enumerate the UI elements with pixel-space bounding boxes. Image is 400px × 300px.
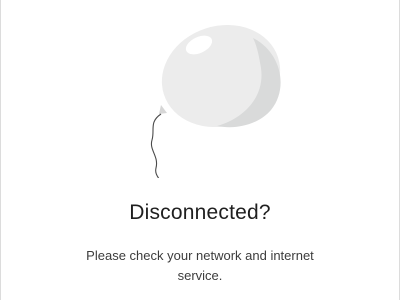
disconnected-title: Disconnected? (129, 201, 271, 224)
balloon-icon (150, 24, 281, 178)
network-message: Please check your network and internet s… (86, 248, 314, 283)
offline-screen: Disconnected? Please check your network … (0, 0, 400, 300)
